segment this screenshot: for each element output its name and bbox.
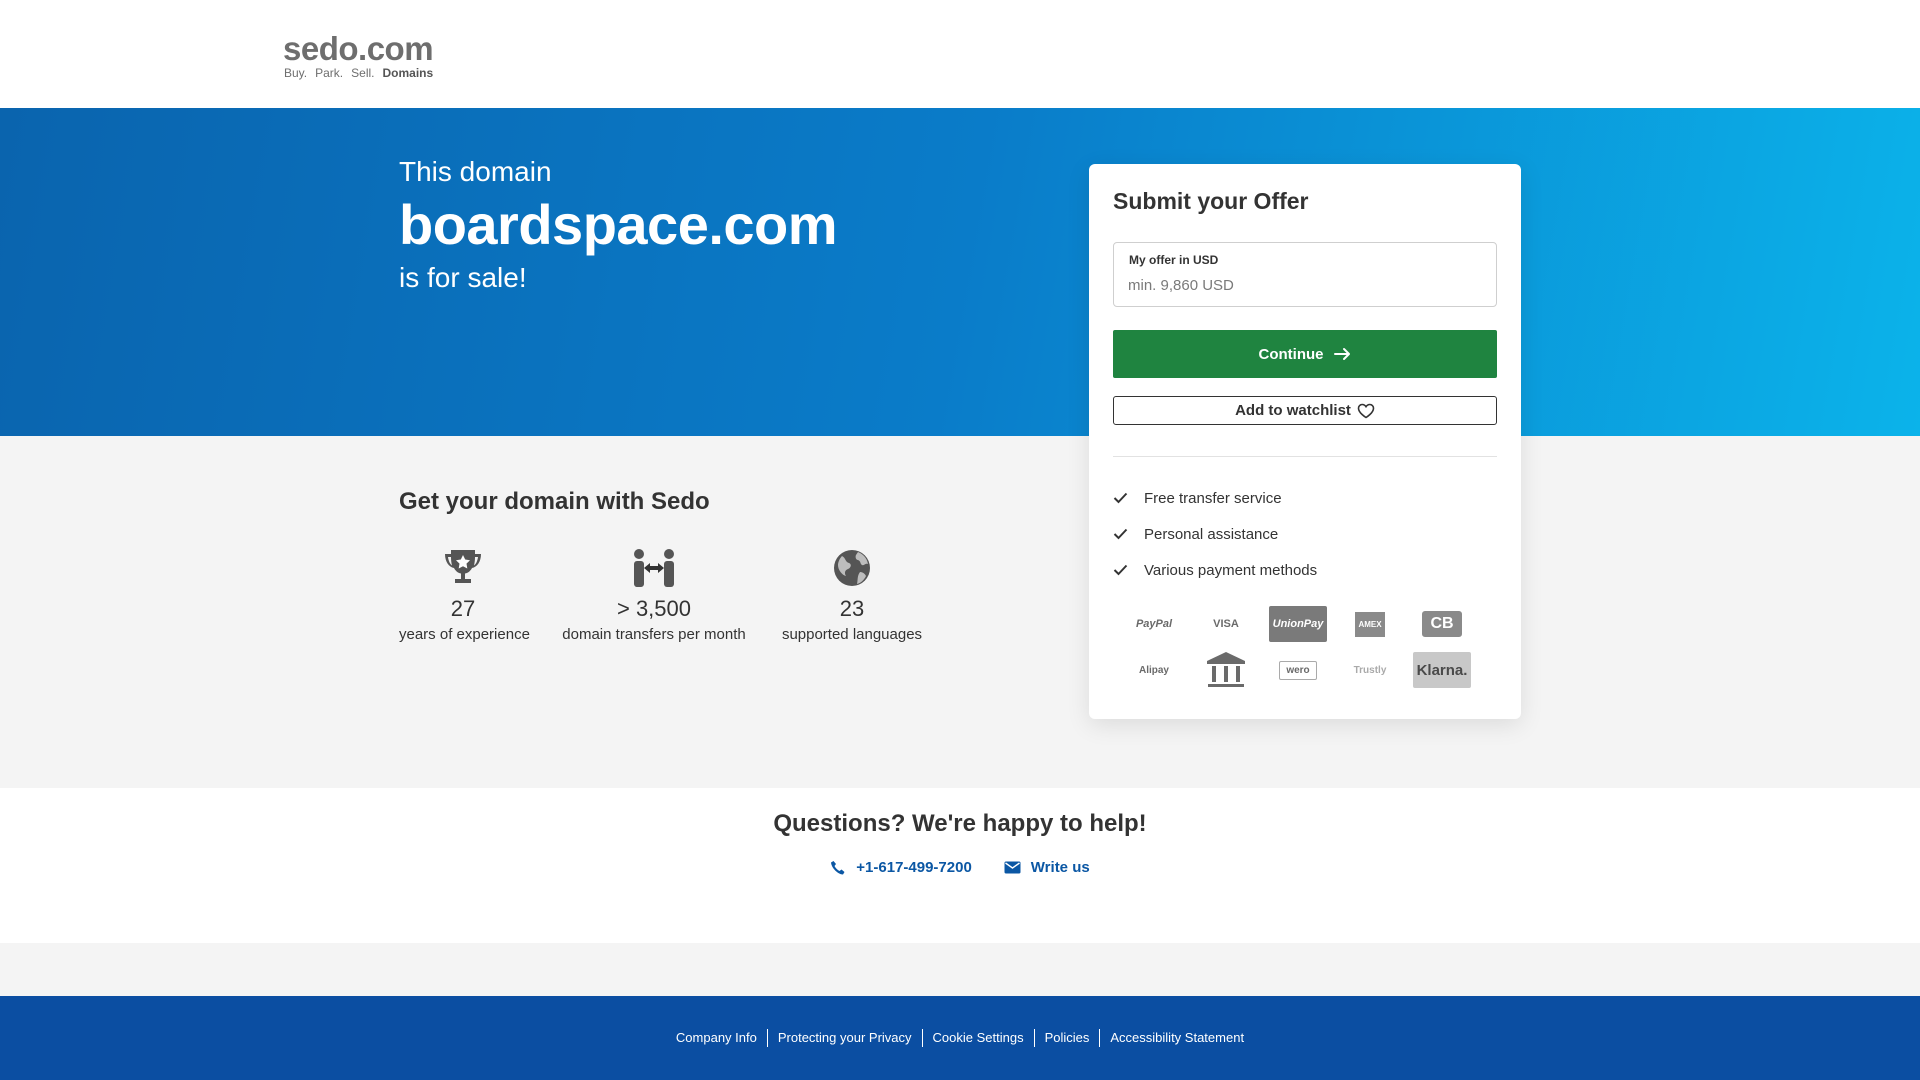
envelope-icon [1004,861,1021,874]
watchlist-label: Add to watchlist [1235,402,1351,419]
section-title: Get your domain with Sedo [399,488,710,515]
hero-pre-text: This domain [399,156,552,187]
trustly-logo: Trustly [1353,664,1387,676]
wero-logo: wero [1269,652,1327,688]
hero-banner: This domain boardspace.com is for sale! [0,108,1920,436]
footer-link-privacy[interactable]: Protecting your Privacy [766,1029,922,1047]
klarna-logo: Klarna. [1413,652,1471,688]
logo-tagline: Buy. Park. Sell. Domains [284,66,434,80]
phone-link[interactable]: +1-617-499-7200 [830,859,972,876]
feature-item: Personal assistance [1113,516,1317,552]
checkmark-icon [1113,564,1128,576]
footer-link-policies[interactable]: Policies [1033,1029,1100,1047]
stat-value: > 3,500 [616,596,691,621]
stat-languages: 23 supported languages [780,548,924,646]
stat-label: domain transfers per month [562,626,746,643]
footer: Company Info Protecting your Privacy Coo… [0,996,1920,1080]
amex-logo: AMEX [1341,606,1399,642]
domain-name: boardspace.com [399,193,838,256]
trophy-icon [399,548,527,590]
logo-text: sedo.com [283,30,434,67]
feature-list: Free transfer service Personal assistanc… [1113,480,1317,588]
offer-title: Submit your Offer [1113,188,1309,214]
cb-logo: CB [1413,606,1471,642]
hero-post-text: is for sale! [399,262,527,293]
checkmark-icon [1113,528,1128,540]
footer-link-cookie-settings[interactable]: Cookie Settings [921,1029,1034,1047]
unionpay-logo: UnionPay [1269,606,1327,642]
checkmark-icon [1113,492,1128,504]
help-links: +1-617-499-7200 Write us [0,859,1920,876]
paypal-logo: PayPal [1135,618,1173,630]
payment-logos: PayPal VISA UnionPay AMEX CB Alipay wero… [1125,606,1485,688]
stat-experience: 27 years of experience [399,548,530,646]
alipay-logo: Alipay [1138,664,1169,676]
footer-link-company-info[interactable]: Company Info [666,1029,767,1047]
visa-mastercard-logo: VISA [1213,618,1239,630]
stat-transfers: > 3,500 domain transfers per month [557,548,751,646]
feature-item: Free transfer service [1113,480,1317,516]
offer-label: My offer in USD [1129,253,1219,267]
continue-label: Continue [1258,345,1324,363]
add-to-watchlist-button[interactable]: Add to watchlist [1113,396,1497,425]
sedo-logo[interactable]: sedo.com Buy. Park. Sell. Domains [283,30,434,81]
continue-button[interactable]: Continue [1113,330,1497,378]
footer-link-accessibility[interactable]: Accessibility Statement [1099,1029,1254,1047]
divider [1113,456,1497,457]
transfer-icon [557,548,751,590]
offer-card: Submit your Offer My offer in USD Contin… [1089,164,1521,719]
arrow-right-icon [1333,348,1350,360]
footer-links: Company Info Protecting your Privacy Coo… [0,1029,1920,1047]
write-us-link[interactable]: Write us [1004,859,1090,876]
bank-transfer-icon [1197,652,1255,688]
heart-icon [1357,403,1375,418]
stat-value: 23 [839,596,865,621]
help-title: Questions? We're happy to help! [773,810,1147,837]
stat-label: supported languages [781,626,923,643]
offer-input[interactable] [1128,273,1478,297]
phone-icon [831,860,845,874]
globe-icon [780,548,924,590]
offer-field[interactable]: My offer in USD [1113,242,1497,307]
stat-value: 27 [450,596,476,621]
top-bar: sedo.com Buy. Park. Sell. Domains [0,0,1920,108]
spacer-strip [0,943,1920,996]
feature-item: Various payment methods [1113,552,1317,588]
benefits-section: Get your domain with Sedo 27 years of ex… [0,436,1920,788]
stat-label: years of experience [399,626,530,643]
